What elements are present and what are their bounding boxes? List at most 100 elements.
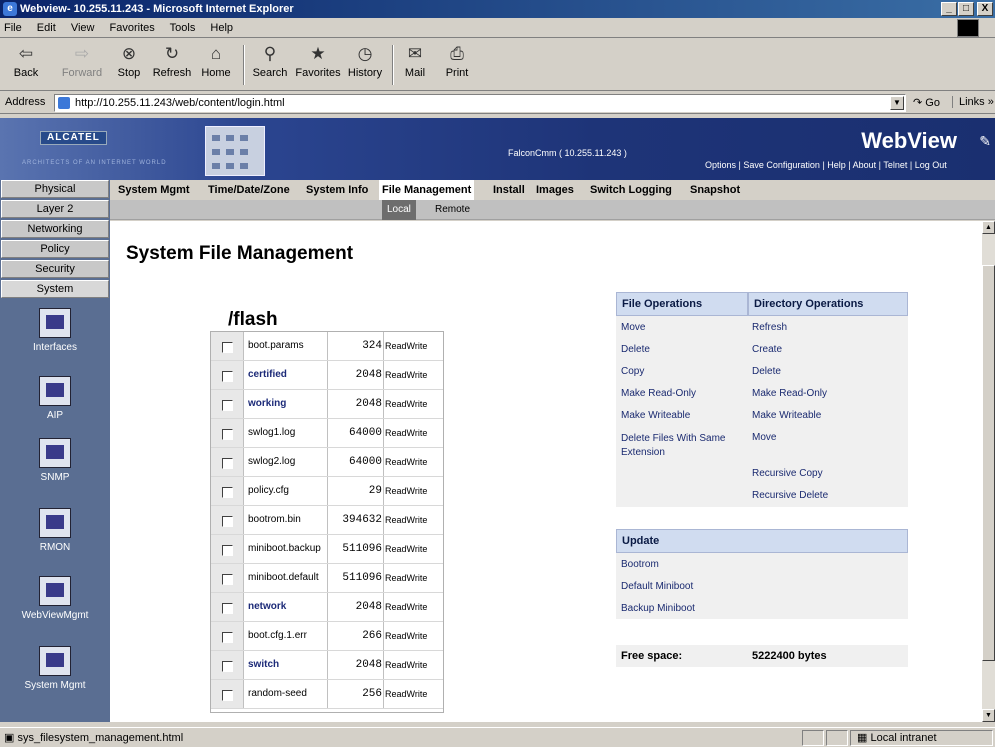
row-checkbox-cell <box>211 564 244 592</box>
help-link[interactable]: Help <box>827 160 846 170</box>
file-op-move[interactable]: Move <box>621 322 645 333</box>
menu-file[interactable]: File <box>4 22 22 34</box>
file-checkbox[interactable] <box>222 516 233 527</box>
home-button[interactable]: ⌂ Home <box>198 43 234 87</box>
file-size: 29 <box>368 485 382 497</box>
leftnav-snmp[interactable]: SNMP <box>0 438 110 483</box>
telnet-link[interactable]: Telnet <box>883 160 907 170</box>
file-op-delete[interactable]: Delete <box>621 344 650 355</box>
file-checkbox[interactable] <box>222 632 233 643</box>
row-checkbox-cell <box>211 390 244 418</box>
file-checkbox[interactable] <box>222 429 233 440</box>
leftnav-networking[interactable]: Networking <box>1 220 109 238</box>
address-dropdown-icon[interactable]: ▼ <box>890 96 904 110</box>
file-size: 511096 <box>342 572 382 584</box>
nav-snapshot[interactable]: Snapshot <box>687 180 743 200</box>
file-op-make-writeable[interactable]: Make Writeable <box>621 410 690 421</box>
row-checkbox-cell <box>211 651 244 679</box>
menu-bar: File Edit View Favorites Tools Help <box>0 18 995 38</box>
logout-link[interactable]: Log Out <box>915 160 947 170</box>
update-bootrom[interactable]: Bootrom <box>621 559 659 570</box>
leftnav-policy[interactable]: Policy <box>1 240 109 258</box>
back-button[interactable]: ⇦ Back <box>8 43 44 87</box>
menu-view[interactable]: View <box>71 22 95 34</box>
file-name[interactable]: working <box>248 398 286 409</box>
forward-button[interactable]: ⇨ Forward <box>60 43 104 87</box>
minimize-button[interactable]: _ <box>941 2 957 16</box>
nav-switch-logging[interactable]: Switch Logging <box>587 180 675 200</box>
leftnav-aip[interactable]: AIP <box>0 376 110 421</box>
go-button[interactable]: ↷ Go <box>913 96 940 109</box>
history-button[interactable]: ◷ History <box>345 43 385 87</box>
leftnav-system-mgmt[interactable]: System Mgmt <box>0 646 110 691</box>
file-checkbox[interactable] <box>222 690 233 701</box>
menu-edit[interactable]: Edit <box>37 22 56 34</box>
address-input[interactable]: http://10.255.11.243/web/content/login.h… <box>54 94 906 112</box>
dir-op-make-writeable[interactable]: Make Writeable <box>752 410 821 421</box>
dir-op-refresh[interactable]: Refresh <box>752 322 787 333</box>
leftnav-layer2[interactable]: Layer 2 <box>1 200 109 218</box>
file-checkbox[interactable] <box>222 545 233 556</box>
nav-images[interactable]: Images <box>533 180 577 200</box>
menu-favorites[interactable]: Favorites <box>110 22 155 34</box>
column-divider <box>383 564 384 592</box>
search-button[interactable]: ⚲ Search <box>250 43 290 87</box>
vertical-scrollbar[interactable]: ▲ ▼ <box>982 221 995 722</box>
scroll-up-icon[interactable]: ▲ <box>982 221 995 234</box>
dir-op-recursive-copy[interactable]: Recursive Copy <box>752 468 823 479</box>
update-backup-miniboot[interactable]: Backup Miniboot <box>621 603 695 614</box>
leftnav-system[interactable]: System <box>1 280 109 298</box>
column-divider <box>383 680 384 708</box>
menu-tools[interactable]: Tools <box>170 22 196 34</box>
scroll-thumb[interactable] <box>982 265 995 661</box>
file-op-delete-same-extension[interactable]: Delete Files With Same Extension <box>621 432 741 460</box>
dir-op-make-read-only[interactable]: Make Read-Only <box>752 388 827 399</box>
file-op-make-read-only[interactable]: Make Read-Only <box>621 388 696 399</box>
refresh-button[interactable]: ↻ Refresh <box>152 43 192 87</box>
update-default-miniboot[interactable]: Default Miniboot <box>621 581 693 592</box>
file-op-copy[interactable]: Copy <box>621 366 644 377</box>
close-button[interactable]: X <box>977 2 993 16</box>
leftnav-webviewmgmt[interactable]: WebViewMgmt <box>0 576 110 621</box>
favorites-button[interactable]: ★ Favorites <box>293 43 343 87</box>
maximize-button[interactable]: □ <box>958 2 974 16</box>
leftnav-physical[interactable]: Physical <box>1 180 109 198</box>
subnav-local[interactable]: Local <box>382 200 416 220</box>
nav-install[interactable]: Install <box>490 180 528 200</box>
file-checkbox[interactable] <box>222 400 233 411</box>
file-checkbox[interactable] <box>222 603 233 614</box>
save-configuration-link[interactable]: Save Configuration <box>743 160 820 170</box>
file-checkbox[interactable] <box>222 574 233 585</box>
leftnav-security[interactable]: Security <box>1 260 109 278</box>
dir-op-move[interactable]: Move <box>752 432 776 443</box>
file-checkbox[interactable] <box>222 371 233 382</box>
column-divider <box>327 332 328 360</box>
column-divider <box>383 361 384 389</box>
dir-op-create[interactable]: Create <box>752 344 782 355</box>
options-link[interactable]: Options <box>705 160 736 170</box>
file-name[interactable]: switch <box>248 659 279 670</box>
links-button[interactable]: Links » <box>952 96 994 108</box>
back-arrow-icon: ⇦ <box>18 44 34 63</box>
file-checkbox[interactable] <box>222 458 233 469</box>
nav-file-management[interactable]: File Management <box>379 180 475 200</box>
leftnav-rmon[interactable]: RMON <box>0 508 110 553</box>
mail-button[interactable]: ✉ Mail <box>400 43 430 87</box>
about-link[interactable]: About <box>853 160 877 170</box>
nav-system-info[interactable]: System Info <box>303 180 371 200</box>
scroll-down-icon[interactable]: ▼ <box>982 709 995 722</box>
dir-op-recursive-delete[interactable]: Recursive Delete <box>752 490 828 501</box>
file-checkbox[interactable] <box>222 661 233 672</box>
subnav-remote[interactable]: Remote <box>430 200 475 220</box>
nav-time-date-zone[interactable]: Time/Date/Zone <box>205 180 293 200</box>
file-checkbox[interactable] <box>222 487 233 498</box>
stop-button[interactable]: ⊗ Stop <box>114 43 144 87</box>
menu-help[interactable]: Help <box>210 22 233 34</box>
file-checkbox[interactable] <box>222 342 233 353</box>
dir-op-delete[interactable]: Delete <box>752 366 781 377</box>
nav-system-mgmt[interactable]: System Mgmt <box>115 180 193 200</box>
leftnav-interfaces[interactable]: Interfaces <box>0 308 110 353</box>
file-name[interactable]: certified <box>248 369 287 380</box>
print-button[interactable]: ⎙ Print <box>442 43 472 87</box>
file-name[interactable]: network <box>248 601 286 612</box>
